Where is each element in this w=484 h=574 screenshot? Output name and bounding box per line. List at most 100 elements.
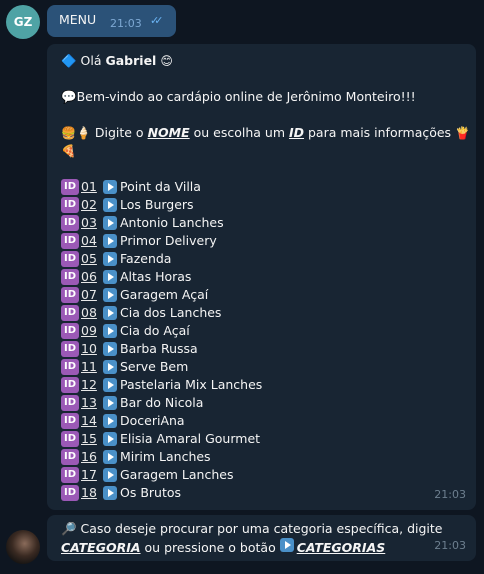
- restaurant-id-link[interactable]: 04: [81, 232, 97, 250]
- restaurant-name: Bar do Nicola: [120, 395, 204, 410]
- restaurant-id-link[interactable]: 17: [81, 466, 97, 484]
- restaurant-id-link[interactable]: 06: [81, 268, 97, 286]
- burger-icecream-emoji-icon: 🍔🍦: [61, 126, 91, 140]
- restaurant-id-link[interactable]: 03: [81, 214, 97, 232]
- restaurant-id-link[interactable]: 12: [81, 376, 97, 394]
- play-button-icon: [103, 468, 117, 482]
- restaurant-row: ID 11 Serve Bem: [61, 358, 464, 376]
- fries-emoji-icon: 🍟: [455, 126, 471, 140]
- categoria-keyword: CATEGORIA: [61, 540, 141, 555]
- restaurant-row: ID 01 Point da Villa: [61, 178, 464, 196]
- restaurant-name: Altas Horas: [120, 269, 192, 284]
- restaurant-id-link[interactable]: 08: [81, 304, 97, 322]
- restaurant-name: Mirim Lanches: [120, 449, 211, 464]
- play-button-icon: [279, 538, 294, 552]
- id-badge-icon: ID: [61, 269, 79, 285]
- outgoing-message[interactable]: MENU 21:03 ✓✓: [47, 5, 176, 37]
- smile-emoji-icon: 😊: [160, 54, 173, 68]
- play-button-icon: [103, 360, 117, 374]
- menu-message-time: 21:03: [434, 488, 466, 501]
- play-button-icon: [103, 342, 117, 356]
- restaurant-row: ID 06 Altas Horas: [61, 268, 464, 286]
- restaurant-row: ID 13 Bar do Nicola: [61, 394, 464, 412]
- restaurant-name: DoceriAna: [120, 413, 185, 428]
- restaurant-row: ID 18 Os Brutos: [61, 484, 464, 502]
- play-button-icon: [103, 378, 117, 392]
- bot-avatar[interactable]: [6, 530, 40, 564]
- restaurant-id-link[interactable]: 15: [81, 430, 97, 448]
- id-badge-icon: ID: [61, 449, 79, 465]
- play-button-icon: [103, 414, 117, 428]
- restaurant-id-link[interactable]: 07: [81, 286, 97, 304]
- restaurant-name: Serve Bem: [120, 359, 189, 374]
- pizza-emoji-icon: 🍕: [61, 144, 76, 158]
- nome-keyword: NOME: [147, 125, 190, 140]
- play-button-icon: [103, 270, 117, 284]
- restaurant-name: Point da Villa: [120, 179, 201, 194]
- restaurant-name: Garagem Lanches: [120, 467, 234, 482]
- play-button-icon: [103, 216, 117, 230]
- play-button-icon: [103, 396, 117, 410]
- id-badge-icon: ID: [61, 341, 79, 357]
- restaurant-id-link[interactable]: 14: [81, 412, 97, 430]
- id-badge-icon: ID: [61, 431, 79, 447]
- restaurant-row: ID 07 Garagem Açaí: [61, 286, 464, 304]
- id-badge-icon: ID: [61, 233, 79, 249]
- restaurant-row: ID 08 Cia dos Lanches: [61, 304, 464, 322]
- restaurant-name: Os Brutos: [120, 485, 182, 500]
- restaurant-row: ID 05 Fazenda: [61, 250, 464, 268]
- category-line-1: 🔎 Caso deseje procurar por uma categoria…: [61, 521, 443, 536]
- instruction-line-2: 🍕: [61, 142, 464, 160]
- id-badge-icon: ID: [61, 215, 79, 231]
- greeting-line: 🔷 Olá Gabriel 😊: [61, 52, 464, 70]
- restaurant-name: Primor Delivery: [120, 233, 217, 248]
- restaurant-id-link[interactable]: 01: [81, 178, 97, 196]
- id-badge-icon: ID: [61, 287, 79, 303]
- id-badge-icon: ID: [61, 377, 79, 393]
- restaurant-id-link[interactable]: 16: [81, 448, 97, 466]
- play-button-icon: [103, 450, 117, 464]
- play-button-icon: [103, 486, 117, 500]
- restaurant-id-link[interactable]: 10: [81, 340, 97, 358]
- restaurant-row: ID 16 Mirim Lanches: [61, 448, 464, 466]
- category-line-2: CATEGORIA ou pressione o botão CATEGORIA…: [61, 538, 464, 556]
- play-button-icon: [103, 252, 117, 266]
- restaurant-name: Elisia Amaral Gourmet: [120, 431, 261, 446]
- category-message[interactable]: 🔎 Caso deseje procurar por uma categoria…: [47, 515, 476, 561]
- restaurant-row: ID 12 Pastelaria Mix Lanches: [61, 376, 464, 394]
- read-ticks-icon: ✓✓: [150, 14, 164, 27]
- restaurant-id-link[interactable]: 18: [81, 484, 97, 502]
- id-badge-icon: ID: [61, 413, 79, 429]
- restaurant-name: Pastelaria Mix Lanches: [120, 377, 263, 392]
- greeting-name: Gabriel: [105, 53, 157, 68]
- play-button-icon: [103, 288, 117, 302]
- id-badge-icon: ID: [61, 323, 79, 339]
- id-badge-icon: ID: [61, 359, 79, 375]
- welcome-line: 💬Bem-vindo ao cardápio online de Jerônim…: [61, 89, 416, 104]
- id-badge-icon: ID: [61, 467, 79, 483]
- restaurant-row: ID 17 Garagem Lanches: [61, 466, 464, 484]
- instruction-line: 🍔🍦 Digite o NOME ou escolha um ID para m…: [61, 124, 470, 142]
- restaurant-id-link[interactable]: 02: [81, 196, 97, 214]
- restaurant-id-link[interactable]: 05: [81, 250, 97, 268]
- play-button-icon: [103, 306, 117, 320]
- restaurant-name: Antonio Lanches: [120, 215, 224, 230]
- play-button-icon: [103, 234, 117, 248]
- play-button-icon: [103, 180, 117, 194]
- category-message-time: 21:03: [434, 539, 466, 552]
- restaurant-name: Fazenda: [120, 251, 172, 266]
- categorias-command[interactable]: CATEGORIAS: [297, 540, 386, 555]
- id-badge-icon: ID: [61, 395, 79, 411]
- play-button-icon: [103, 324, 117, 338]
- restaurant-id-link[interactable]: 11: [81, 358, 97, 376]
- restaurant-name: Garagem Açaí: [120, 287, 209, 302]
- outgoing-message-time: 21:03: [110, 17, 142, 30]
- restaurant-id-link[interactable]: 09: [81, 322, 97, 340]
- restaurant-id-link[interactable]: 13: [81, 394, 97, 412]
- menu-message[interactable]: 🔷 Olá Gabriel 😊 💬Bem-vindo ao cardápio o…: [47, 44, 476, 510]
- restaurant-row: ID 09 Cia do Açaí: [61, 322, 464, 340]
- restaurant-row: ID 14 DoceriAna: [61, 412, 464, 430]
- sender-avatar[interactable]: GZ: [6, 5, 40, 39]
- greeting-prefix: 🔷 Olá: [61, 53, 106, 68]
- instruction-text-3: para mais informações: [304, 125, 456, 140]
